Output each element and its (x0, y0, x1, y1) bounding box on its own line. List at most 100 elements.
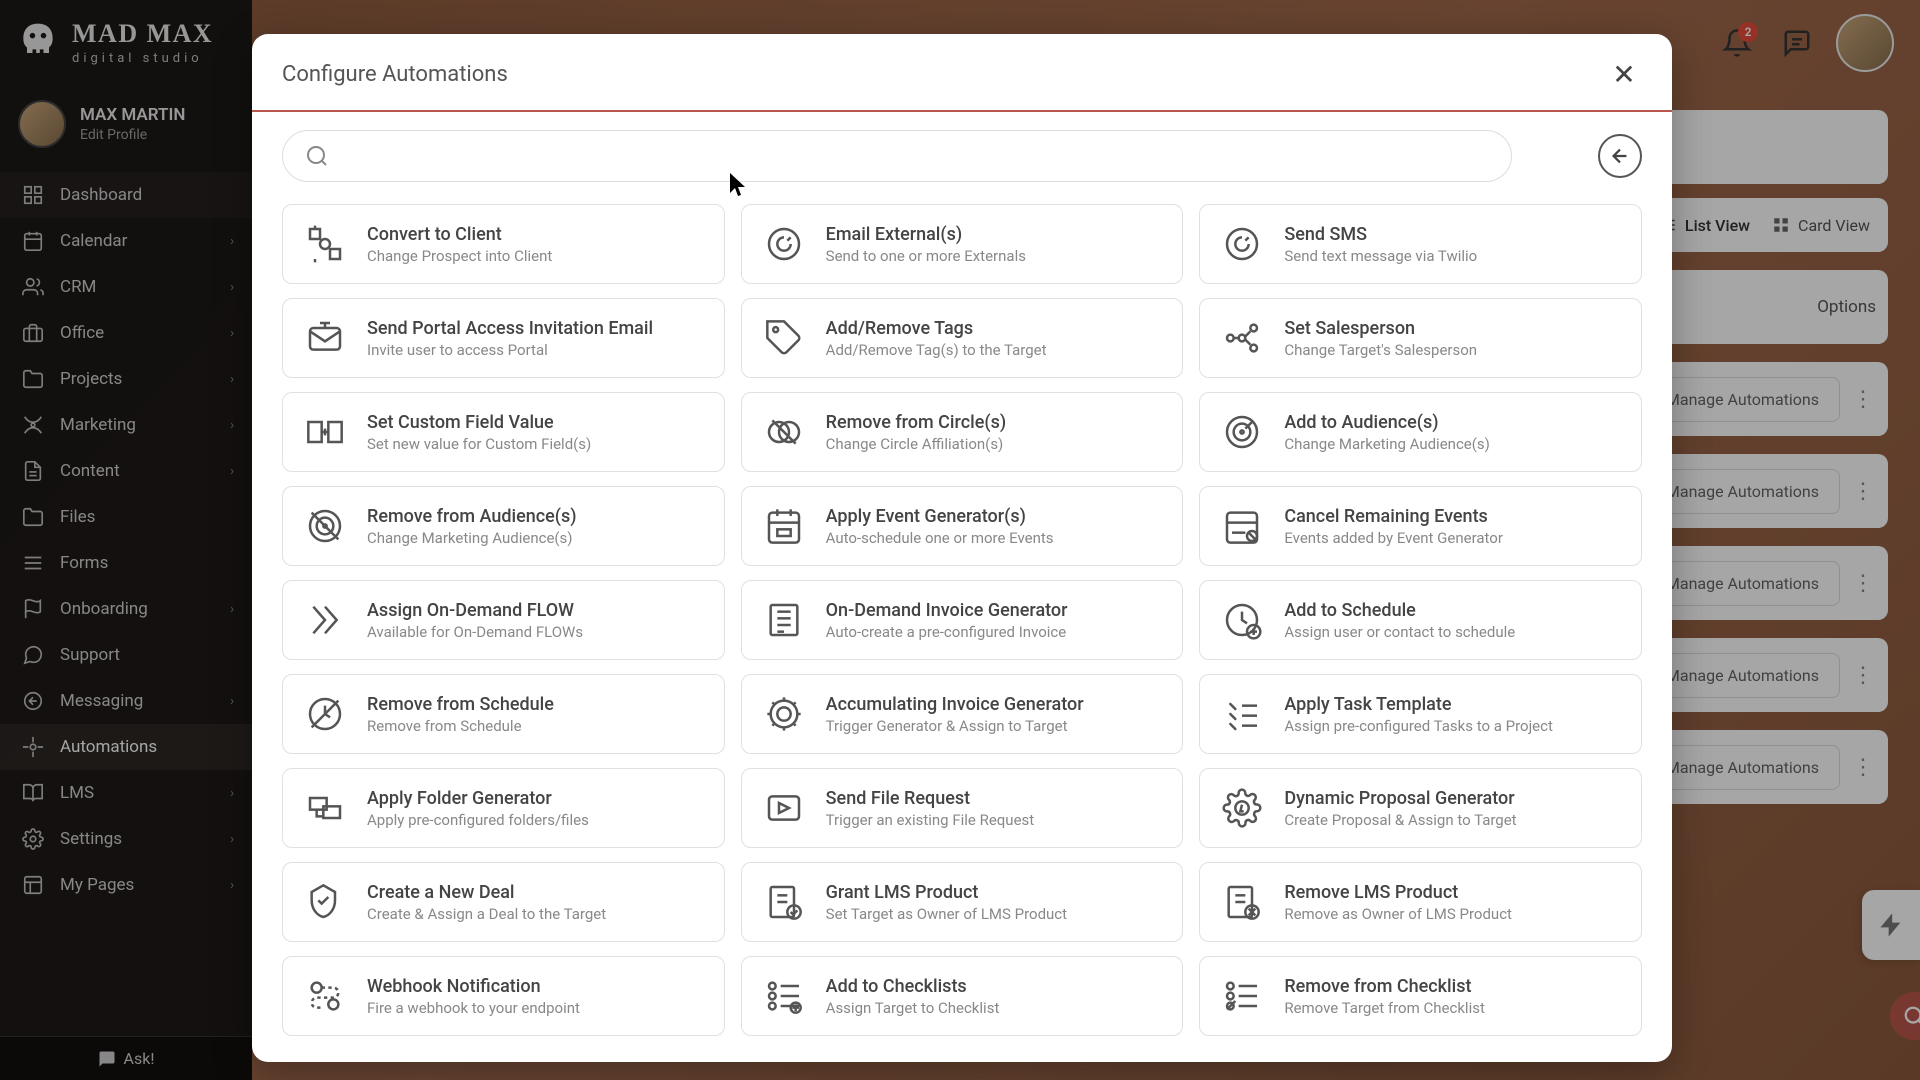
card-title: Add to Audience(s) (1284, 412, 1490, 433)
automation-card-on-demand-invoice-generator[interactable]: On-Demand Invoice GeneratorAuto-create a… (741, 580, 1184, 660)
automation-card-cancel-remaining-events[interactable]: Cancel Remaining Events Events added by E… (1199, 486, 1642, 566)
card-title: Assign On-Demand FLOW (367, 600, 583, 621)
card-subtitle: Change Prospect into Client (367, 247, 552, 265)
search-icon (305, 144, 329, 168)
card-subtitle: Set Target as Owner of LMS Product (826, 905, 1067, 923)
close-icon[interactable]: ✕ (1606, 56, 1642, 92)
card-title: Convert to Client (367, 224, 552, 245)
card-title: Apply Task Template (1284, 694, 1553, 715)
card-subtitle: Fire a webhook to your endpoint (367, 999, 580, 1017)
card-subtitle: Send to one or more Externals (826, 247, 1026, 265)
card-title: Apply Folder Generator (367, 788, 589, 809)
automation-card-send-file-request[interactable]: Send File RequestTrigger an existing Fil… (741, 768, 1184, 848)
automation-card-remove-from-checklist[interactable]: Remove from Checklist Remove Target from … (1199, 956, 1642, 1036)
card-title: Send File Request (826, 788, 1035, 809)
back-icon[interactable] (1598, 134, 1642, 178)
automation-card-apply-event-generator-s-[interactable]: Apply Event Generator(s) Auto-schedule on… (741, 486, 1184, 566)
card-icon (303, 410, 347, 454)
automation-card-dynamic-proposal-generator[interactable]: Dynamic Proposal Generator Create Proposa… (1199, 768, 1642, 848)
card-title: Dynamic Proposal Generator (1284, 788, 1516, 809)
card-subtitle: Remove from Schedule (367, 717, 554, 735)
card-title: Webhook Notification (367, 976, 580, 997)
automation-card-add-to-audience-s-[interactable]: Add to Audience(s)Change Marketing Audie… (1199, 392, 1642, 472)
automation-card-grant-lms-product[interactable]: Grant LMS Product Set Target as Owner of … (741, 862, 1184, 942)
card-icon (762, 598, 806, 642)
card-title: Remove LMS Product (1284, 882, 1512, 903)
card-title: Remove from Checklist (1284, 976, 1485, 997)
automation-card-webhook-notification[interactable]: Webhook Notification Fire a webhook to yo… (282, 956, 725, 1036)
card-icon (762, 974, 806, 1018)
card-title: Send Portal Access Invitation Email (367, 318, 653, 339)
card-icon (303, 692, 347, 736)
card-icon (762, 692, 806, 736)
automation-card-email-external-s-[interactable]: Email External(s)Send to one or more Ext… (741, 204, 1184, 284)
card-title: Cancel Remaining Events (1284, 506, 1503, 527)
card-icon (1220, 880, 1264, 924)
automation-card-assign-on-demand-flow[interactable]: Assign On-Demand FLOW Available for On-De… (282, 580, 725, 660)
search-box[interactable] (282, 130, 1512, 182)
card-icon (303, 598, 347, 642)
automation-card-send-sms[interactable]: Send SMS Send text message via Twilio (1199, 204, 1642, 284)
card-icon (762, 786, 806, 830)
automation-card-apply-folder-generator[interactable]: Apply Folder Generator Apply pre-configur… (282, 768, 725, 848)
card-icon (1220, 598, 1264, 642)
automation-card-accumulating-invoice-generator[interactable]: Accumulating Invoice Generator Trigger Ge… (741, 674, 1184, 754)
card-icon (762, 880, 806, 924)
automation-card-add-to-schedule[interactable]: Add to Schedule Assign user or contact to… (1199, 580, 1642, 660)
card-subtitle: Send text message via Twilio (1284, 247, 1477, 265)
card-subtitle: Change Target's Salesperson (1284, 341, 1477, 359)
card-title: Apply Event Generator(s) (826, 506, 1054, 527)
automation-card-add-remove-tags[interactable]: Add/Remove Tags Add/Remove Tag(s) to the … (741, 298, 1184, 378)
card-title: Create a New Deal (367, 882, 606, 903)
card-subtitle: Add/Remove Tag(s) to the Target (826, 341, 1047, 359)
automation-card-create-a-new-deal[interactable]: Create a New Deal Create & Assign a Deal … (282, 862, 725, 942)
card-title: Accumulating Invoice Generator (826, 694, 1084, 715)
card-subtitle: Invite user to access Portal (367, 341, 653, 359)
automation-card-add-to-checklists[interactable]: Add to ChecklistsAssign Target to Checkl… (741, 956, 1184, 1036)
card-icon (303, 880, 347, 924)
automation-card-send-portal-access-invitation-email[interactable]: Send Portal Access Invitation Email Invit… (282, 298, 725, 378)
automation-card-remove-lms-product[interactable]: Remove LMS Product Remove as Owner of LMS… (1199, 862, 1642, 942)
search-input[interactable] (343, 146, 1489, 167)
card-title: Add to Checklists (826, 976, 1000, 997)
card-icon (1220, 504, 1264, 548)
card-subtitle: Auto-create a pre-configured Invoice (826, 623, 1068, 641)
card-icon (303, 504, 347, 548)
card-subtitle: Available for On-Demand FLOWs (367, 623, 583, 641)
card-subtitle: Events added by Event Generator (1284, 529, 1503, 547)
card-icon (1220, 410, 1264, 454)
automation-card-set-salesperson[interactable]: Set SalespersonChange Target's Salespers… (1199, 298, 1642, 378)
card-title: Add/Remove Tags (826, 318, 1047, 339)
card-icon (762, 410, 806, 454)
modal-title: Configure Automations (282, 62, 508, 87)
card-title: Send SMS (1284, 224, 1477, 245)
card-subtitle: Apply pre-configured folders/files (367, 811, 589, 829)
card-subtitle: Assign user or contact to schedule (1284, 623, 1515, 641)
card-icon (762, 316, 806, 360)
configure-automations-modal: Configure Automations ✕ Convert to Clien… (252, 34, 1672, 1062)
automation-card-remove-from-audience-s-[interactable]: Remove from Audience(s) Change Marketing … (282, 486, 725, 566)
card-subtitle: Auto-schedule one or more Events (826, 529, 1054, 547)
card-icon (303, 974, 347, 1018)
card-title: Grant LMS Product (826, 882, 1067, 903)
automation-card-remove-from-circle-s-[interactable]: Remove from Circle(s)Change Circle Affil… (741, 392, 1184, 472)
card-title: Add to Schedule (1284, 600, 1515, 621)
automation-card-convert-to-client[interactable]: Convert to Client Change Prospect into Cl… (282, 204, 725, 284)
card-icon (762, 222, 806, 266)
card-subtitle: Create Proposal & Assign to Target (1284, 811, 1516, 829)
card-subtitle: Remove Target from Checklist (1284, 999, 1485, 1017)
automation-card-set-custom-field-value[interactable]: Set Custom Field ValueSet new value for … (282, 392, 725, 472)
card-subtitle: Change Marketing Audience(s) (367, 529, 577, 547)
automation-card-apply-task-template[interactable]: Apply Task TemplateAssign pre-configured… (1199, 674, 1642, 754)
card-title: Remove from Audience(s) (367, 506, 577, 527)
card-subtitle: Create & Assign a Deal to the Target (367, 905, 606, 923)
card-subtitle: Trigger Generator & Assign to Target (826, 717, 1084, 735)
card-icon (1220, 222, 1264, 266)
card-title: Remove from Circle(s) (826, 412, 1006, 433)
automation-card-remove-from-schedule[interactable]: Remove from ScheduleRemove from Schedule (282, 674, 725, 754)
card-icon (1220, 692, 1264, 736)
card-icon (303, 316, 347, 360)
card-subtitle: Remove as Owner of LMS Product (1284, 905, 1512, 923)
card-icon (1220, 316, 1264, 360)
card-icon (303, 222, 347, 266)
